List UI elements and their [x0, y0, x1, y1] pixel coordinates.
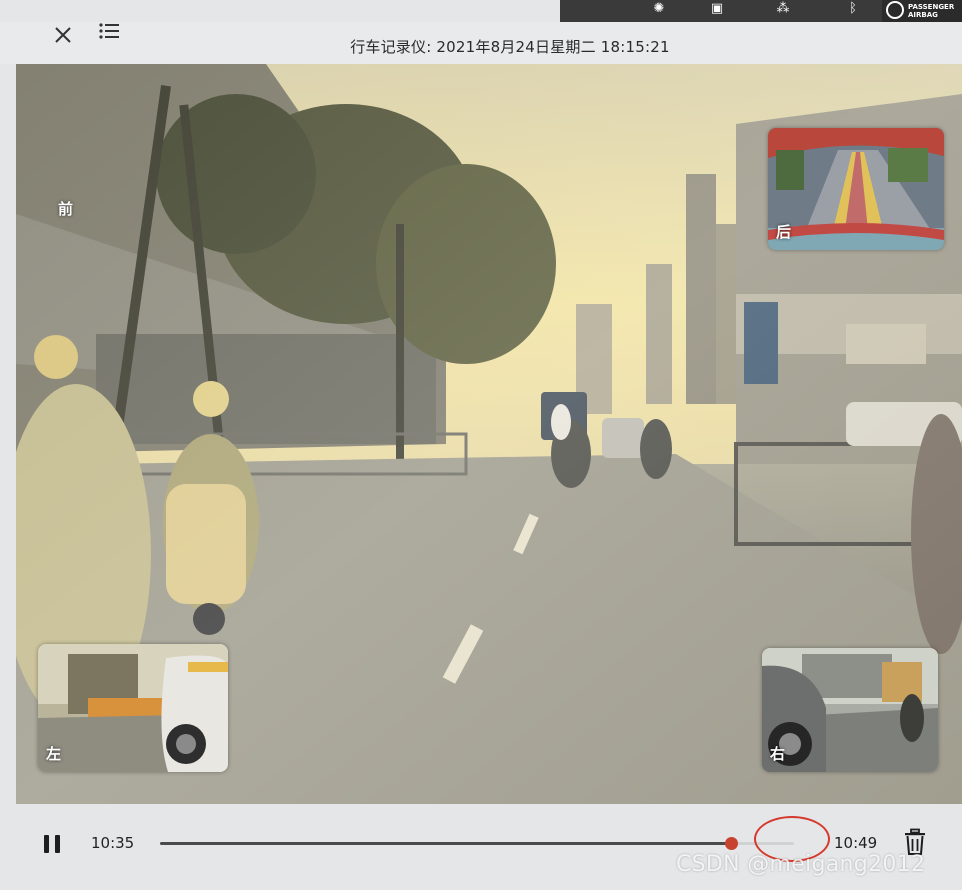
watermark: CSDN @meigang2012 — [676, 852, 926, 877]
status-bar: ✺ ▣ ⁂ ᛒ PASSENGER AIRBAG — [560, 0, 962, 22]
left-camera-pip[interactable]: 左 — [38, 644, 228, 772]
right-camera-frame — [762, 648, 938, 772]
right-camera-pip[interactable]: 右 — [762, 648, 938, 772]
current-time: 10:35 — [91, 834, 135, 852]
airbag-line-2: AIRBAG — [908, 11, 938, 19]
bluetooth-icon: ᛒ — [849, 1, 857, 16]
pause-icon-bar-left — [44, 835, 49, 853]
front-camera-label: 前 — [58, 200, 74, 218]
left-camera-frame — [38, 644, 228, 772]
end-time: 10:49 — [834, 834, 878, 852]
pause-button[interactable] — [40, 832, 66, 858]
rear-camera-pip[interactable]: 后 — [768, 128, 944, 250]
close-button[interactable] — [50, 22, 76, 48]
clip-list-button[interactable] — [96, 18, 122, 44]
page-title: 行车记录仪: 2021年8月24日星期二 18:15:21 — [350, 38, 670, 56]
scrubber-track[interactable] — [160, 837, 794, 850]
left-camera-label: 左 — [46, 745, 62, 763]
viewer-header: 行车记录仪: 2021年8月24日星期二 18:15:21 — [0, 22, 962, 64]
passenger-airbag-indicator: PASSENGER AIRBAG — [882, 0, 962, 22]
camera-icon: ▣ — [710, 1, 724, 16]
scrubber-thumb[interactable] — [724, 837, 738, 850]
close-icon — [55, 27, 71, 43]
pause-icon-bar-right — [55, 835, 60, 853]
rear-camera-frame — [768, 128, 944, 250]
airbag-off-icon — [886, 1, 904, 19]
wifi-icon: ⁂ — [776, 1, 790, 16]
loading-icon: ✺ — [653, 1, 665, 16]
right-camera-label: 右 — [770, 745, 786, 763]
front-camera-view[interactable]: 前 后 左 右 — [16, 64, 962, 804]
scrubber-progress — [160, 842, 731, 845]
airbag-line-1: PASSENGER — [908, 3, 955, 11]
rear-camera-label: 后 — [776, 223, 792, 241]
playback-controls: 10:35 10:49 CSDN @meigang2012 — [0, 804, 962, 890]
list-icon — [99, 23, 119, 39]
